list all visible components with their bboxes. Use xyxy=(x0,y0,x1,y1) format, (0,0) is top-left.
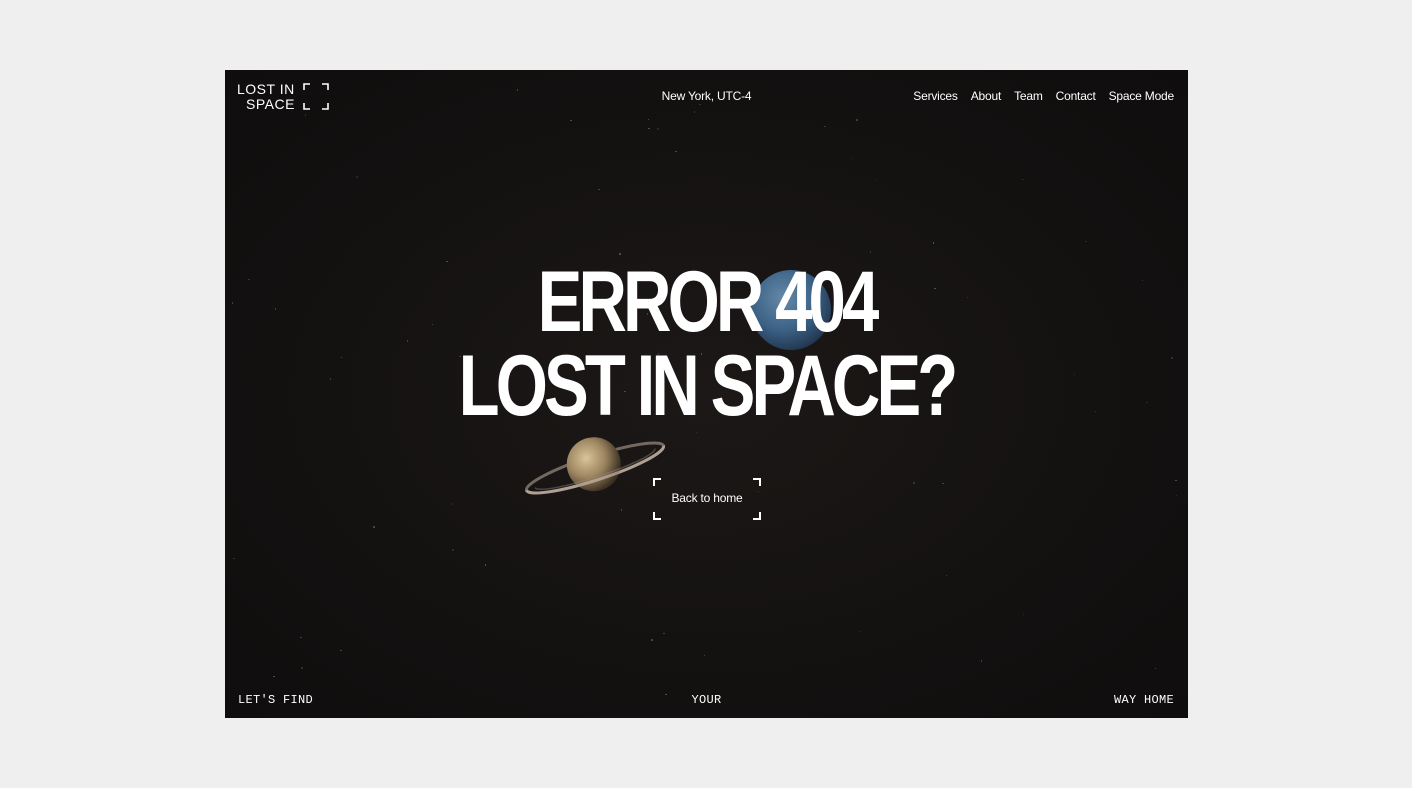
star-dot xyxy=(703,654,706,657)
nav-link-team[interactable]: Team xyxy=(1014,89,1043,103)
star-dot xyxy=(699,103,701,106)
star-dot xyxy=(484,564,487,566)
star-dot xyxy=(1022,613,1024,616)
back-to-home-button[interactable]: Back to home xyxy=(653,478,761,520)
star-dot xyxy=(858,630,861,633)
star-dot xyxy=(874,178,877,181)
star-dot xyxy=(945,574,948,577)
saturn-planet-image xyxy=(524,437,666,495)
star-dot xyxy=(450,503,453,505)
star-dot xyxy=(932,242,935,244)
bracket-corner-icon xyxy=(653,512,661,520)
star-dot xyxy=(647,118,650,121)
main-nav: Services About Team Contact Space Mode xyxy=(913,89,1174,103)
star-dot xyxy=(869,251,872,253)
back-to-home-label: Back to home xyxy=(671,491,743,505)
star-dot xyxy=(913,482,915,484)
star-dot xyxy=(942,482,944,485)
star-dot xyxy=(300,636,302,639)
star-dot xyxy=(1175,494,1178,497)
star-dot xyxy=(233,557,235,560)
nav-link-space-mode[interactable]: Space Mode xyxy=(1109,89,1175,103)
star-dot xyxy=(340,649,342,652)
star-dot xyxy=(657,128,659,130)
nav-link-services[interactable]: Services xyxy=(913,89,958,103)
nav-link-contact[interactable]: Contact xyxy=(1056,89,1096,103)
star-dot xyxy=(856,119,858,121)
star-dot xyxy=(663,632,665,635)
star-dot xyxy=(824,125,826,128)
headline-line-2: LOST IN SPACE? xyxy=(458,338,959,434)
star-dot xyxy=(598,188,600,191)
star-dot xyxy=(693,111,696,113)
star-dot xyxy=(301,667,303,669)
star-dot xyxy=(1022,178,1024,181)
star-dot xyxy=(452,549,454,551)
star-dot xyxy=(851,157,854,160)
star-dot xyxy=(356,176,358,178)
star-dot xyxy=(648,127,650,130)
star-dot xyxy=(1085,240,1087,243)
footer-text-center: YOUR xyxy=(691,693,722,707)
bracket-corner-icon xyxy=(753,512,761,520)
star-dot xyxy=(273,675,275,678)
star-dot xyxy=(304,114,307,116)
bracket-corner-icon xyxy=(653,478,661,486)
star-dot xyxy=(980,660,983,662)
star-dot xyxy=(620,509,623,511)
error-headline: ERROR 404 LOST IN SPACE? xyxy=(225,254,1188,434)
bracket-corner-icon xyxy=(753,478,761,486)
star-dot xyxy=(373,526,375,528)
star-dot xyxy=(1154,667,1157,670)
star-dot xyxy=(651,639,653,641)
star-dot xyxy=(570,119,572,122)
footer-text-right: WAY HOME xyxy=(1113,693,1174,707)
site-frame: LOST IN SPACE New York, UTC-4 Services A… xyxy=(225,70,1188,718)
headline-line-1: ERROR 404 xyxy=(537,254,880,350)
star-dot xyxy=(1175,479,1177,482)
star-dot xyxy=(675,150,677,153)
nav-link-about[interactable]: About xyxy=(971,89,1002,103)
